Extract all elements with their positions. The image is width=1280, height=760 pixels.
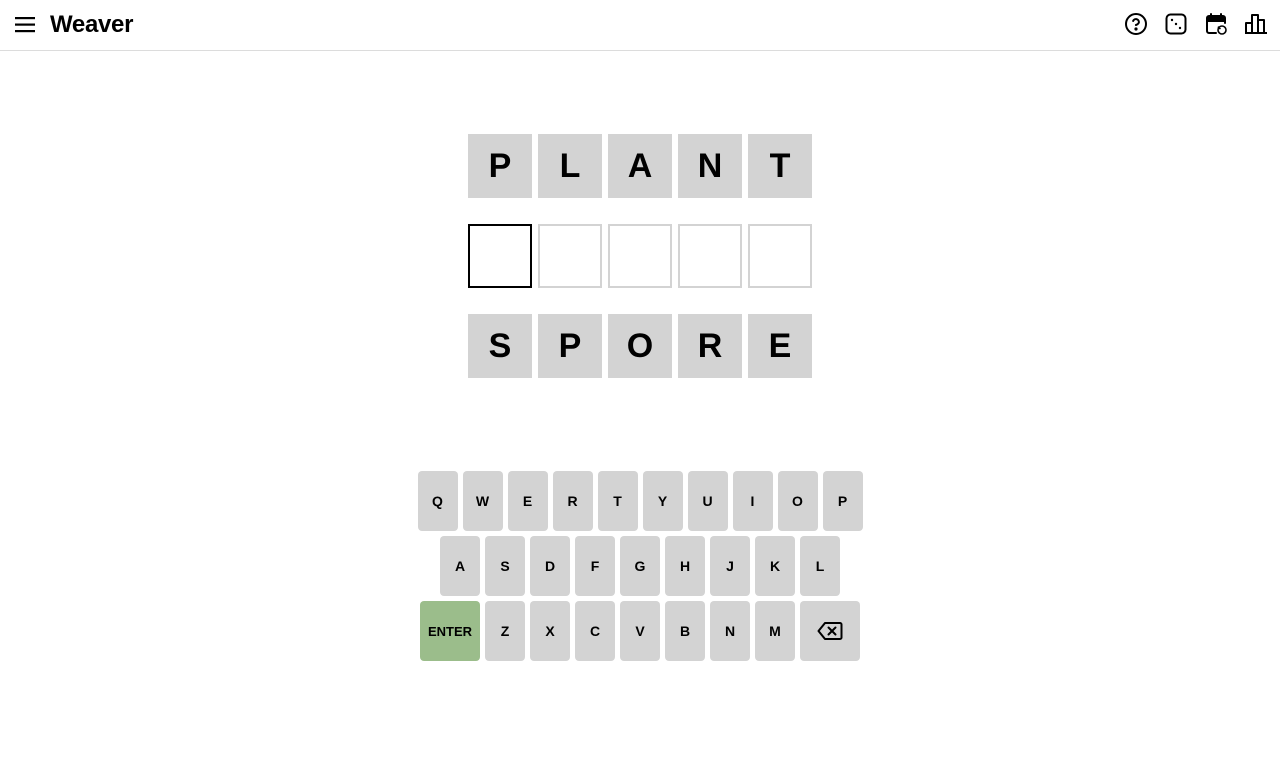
keyboard-row-3: ENTER Z X C V B N M: [0, 601, 1280, 661]
guess-tile[interactable]: [538, 224, 602, 288]
start-word-row: P L A N T: [468, 134, 812, 198]
key-l[interactable]: L: [800, 536, 840, 596]
app-title: Weaver: [50, 11, 134, 38]
key-h[interactable]: H: [665, 536, 705, 596]
target-word-tile: S: [468, 314, 532, 378]
word-ladder-board: P L A N T S P O R E: [468, 134, 812, 378]
key-e[interactable]: E: [507, 471, 548, 531]
start-word-tile: L: [538, 134, 602, 198]
guess-tile[interactable]: [748, 224, 812, 288]
key-n[interactable]: N: [710, 601, 750, 661]
key-c[interactable]: C: [575, 601, 615, 661]
target-word-row: S P O R E: [468, 314, 812, 378]
help-circle-icon[interactable]: [1124, 12, 1148, 36]
key-v[interactable]: V: [620, 601, 660, 661]
key-a[interactable]: A: [440, 536, 480, 596]
start-word-tile: N: [678, 134, 742, 198]
hamburger-menu-icon[interactable]: [13, 14, 37, 36]
start-word-tile: A: [608, 134, 672, 198]
guess-row: [468, 224, 812, 288]
key-f[interactable]: F: [575, 536, 615, 596]
key-b[interactable]: B: [665, 601, 705, 661]
start-word-tile: T: [748, 134, 812, 198]
key-r[interactable]: R: [552, 471, 593, 531]
key-i[interactable]: I: [732, 471, 773, 531]
target-word-tile: O: [608, 314, 672, 378]
target-word-tile: R: [678, 314, 742, 378]
key-u[interactable]: U: [687, 471, 728, 531]
key-d[interactable]: D: [530, 536, 570, 596]
key-y[interactable]: Y: [642, 471, 683, 531]
dice-icon[interactable]: [1164, 12, 1188, 36]
enter-key[interactable]: ENTER: [420, 601, 480, 661]
key-j[interactable]: J: [710, 536, 750, 596]
app-header: Weaver: [0, 0, 1280, 51]
key-s[interactable]: S: [485, 536, 525, 596]
backspace-icon: [817, 621, 843, 641]
guess-tile[interactable]: [678, 224, 742, 288]
key-k[interactable]: K: [755, 536, 795, 596]
key-w[interactable]: W: [462, 471, 503, 531]
target-word-tile: E: [748, 314, 812, 378]
key-t[interactable]: T: [597, 471, 638, 531]
keyboard-row-2: A S D F G H J K L: [0, 536, 1280, 596]
on-screen-keyboard: Q W E R T Y U I O P A S D F G H J K L EN…: [0, 471, 1280, 661]
key-g[interactable]: G: [620, 536, 660, 596]
key-x[interactable]: X: [530, 601, 570, 661]
target-word-tile: P: [538, 314, 602, 378]
key-q[interactable]: Q: [417, 471, 458, 531]
calendar-archive-icon[interactable]: [1204, 12, 1228, 36]
stats-bar-chart-icon[interactable]: [1244, 12, 1268, 36]
key-z[interactable]: Z: [485, 601, 525, 661]
guess-tile[interactable]: [608, 224, 672, 288]
start-word-tile: P: [468, 134, 532, 198]
key-p[interactable]: P: [822, 471, 863, 531]
key-m[interactable]: M: [755, 601, 795, 661]
keyboard-row-1: Q W E R T Y U I O P: [0, 471, 1280, 531]
key-o[interactable]: O: [777, 471, 818, 531]
guess-tile-active[interactable]: [468, 224, 532, 288]
backspace-key[interactable]: [800, 601, 860, 661]
